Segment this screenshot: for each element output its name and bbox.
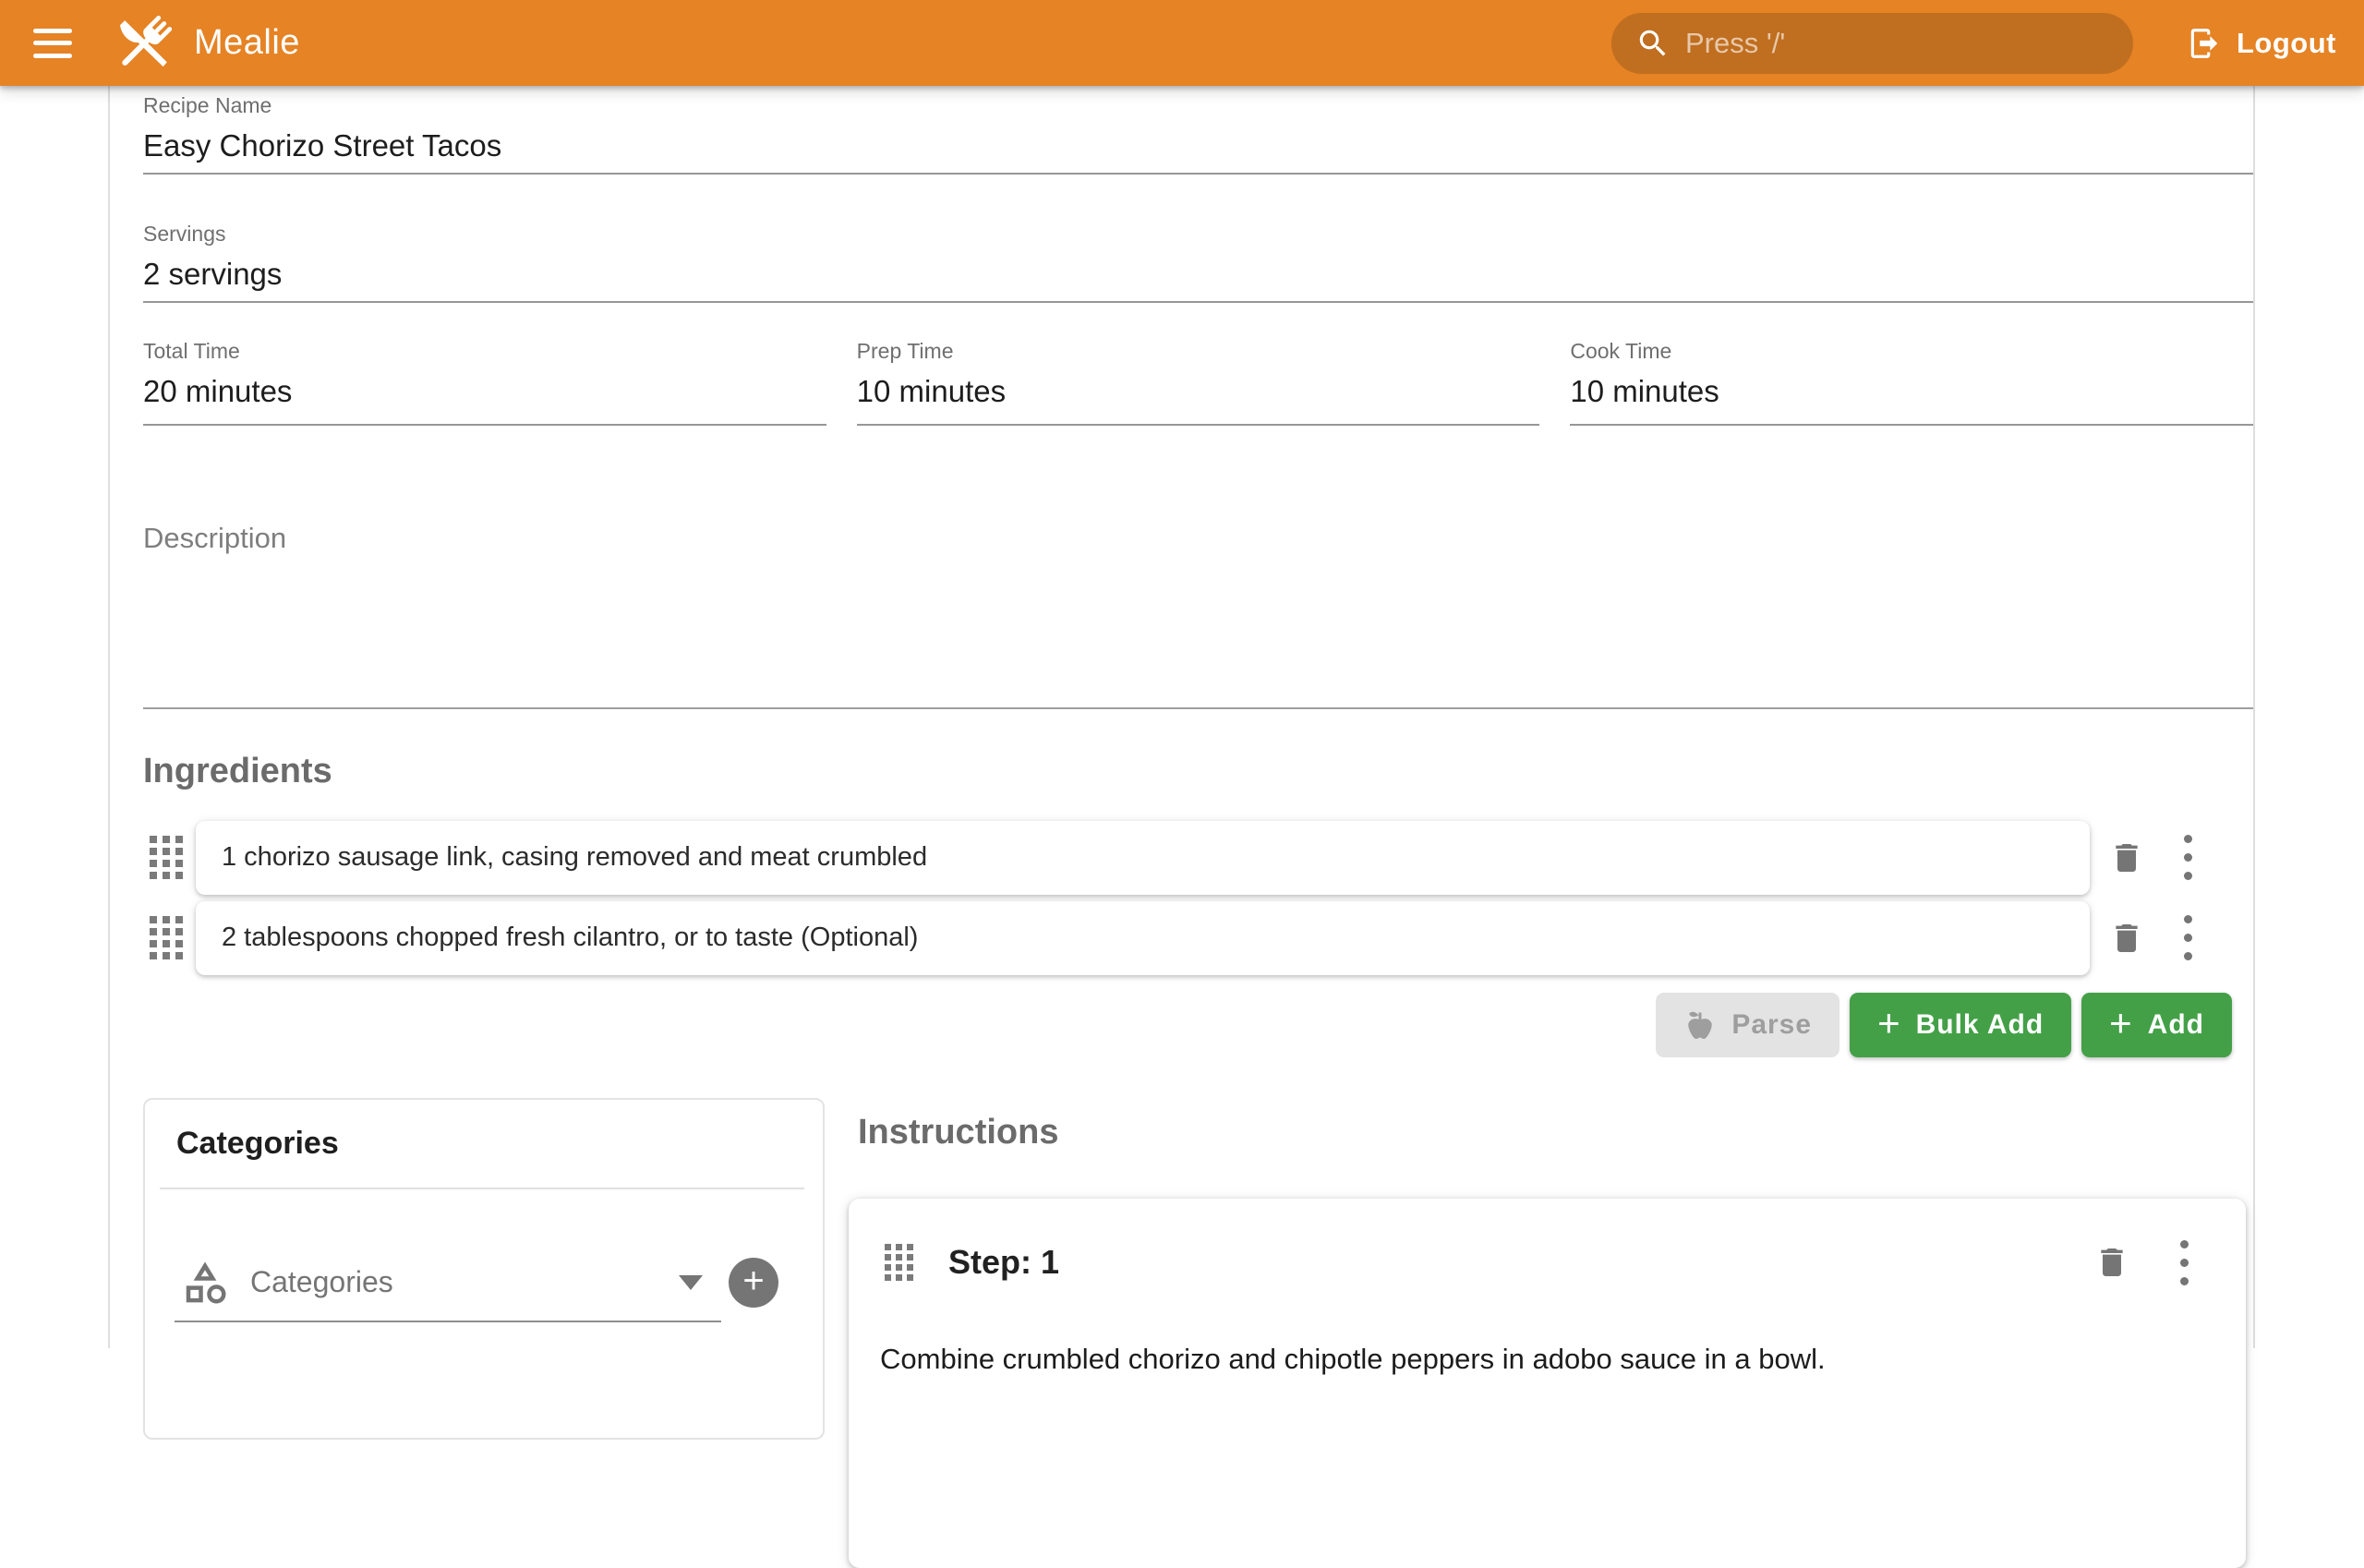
instruction-step-card: Step: 1 Combine crumbled chorizo and chi… [849, 1199, 2246, 1568]
delete-ingredient-button[interactable] [2108, 920, 2145, 957]
servings-value[interactable]: 2 servings [143, 254, 2253, 295]
logout-label: Logout [2237, 27, 2336, 60]
step-text-input[interactable]: Combine crumbled chorizo and chipotle pe… [880, 1343, 2218, 1376]
recipe-name-value[interactable]: Easy Chorizo Street Tacos [143, 126, 2253, 166]
servings-field[interactable]: Servings 2 servings [143, 221, 2253, 303]
trash-icon [2108, 920, 2145, 957]
trash-icon [2093, 1244, 2130, 1281]
categories-select[interactable]: Categories + [180, 1258, 778, 1308]
ingredients-heading: Ingredients [143, 752, 2253, 791]
categories-card: Categories Categories + [143, 1098, 825, 1440]
step-title: Step: 1 [948, 1243, 1059, 1282]
hamburger-menu-icon[interactable] [33, 29, 72, 58]
total-time-label: Total Time [143, 338, 826, 364]
shapes-icon [180, 1258, 230, 1308]
add-label: Add [2148, 1009, 2204, 1041]
cook-time-value[interactable]: 10 minutes [1570, 371, 2253, 412]
recipe-name-field[interactable]: Recipe Name Easy Chorizo Street Tacos [143, 92, 2253, 175]
divider [160, 1188, 804, 1189]
logout-button[interactable]: Logout [2177, 26, 2346, 61]
app-title: Mealie [194, 23, 300, 63]
recipe-editor: Recipe Name Easy Chorizo Street Tacos Se… [108, 86, 2255, 1348]
add-button[interactable]: + Add [2081, 993, 2232, 1057]
total-time-field[interactable]: Total Time 20 minutes [143, 338, 826, 426]
plus-icon: + [1877, 1004, 1901, 1043]
prep-time-label: Prep Time [857, 338, 1540, 364]
recipe-name-label: Recipe Name [143, 92, 2253, 118]
cook-time-label: Cook Time [1570, 338, 2253, 364]
ingredient-menu-kebab-icon[interactable] [2177, 835, 2200, 880]
add-category-button[interactable]: + [729, 1258, 778, 1308]
categories-select-label: Categories [250, 1265, 679, 1299]
ingredient-menu-kebab-icon[interactable] [2177, 915, 2200, 960]
chevron-down-icon[interactable] [679, 1275, 703, 1290]
prep-time-value[interactable]: 10 minutes [857, 371, 1540, 412]
mealie-logo-icon [109, 8, 179, 78]
drag-handle-icon[interactable] [150, 916, 183, 959]
drag-handle-icon[interactable] [150, 836, 183, 879]
bulk-add-label: Bulk Add [1916, 1009, 2044, 1041]
select-underline [175, 1321, 721, 1322]
apple-icon [1683, 1008, 1717, 1042]
ingredient-input[interactable]: 1 chorizo sausage link, casing removed a… [196, 821, 2090, 895]
description-textarea[interactable]: Description [143, 522, 2253, 709]
categories-card-title: Categories [176, 1126, 823, 1162]
ingredient-row: 2 tablespoons chopped fresh cilantro, or… [143, 901, 2253, 975]
description-label: Description [143, 522, 2253, 555]
search-icon [1635, 26, 1670, 61]
servings-label: Servings [143, 221, 2253, 247]
bulk-add-button[interactable]: + Bulk Add [1850, 993, 2071, 1057]
prep-time-field[interactable]: Prep Time 10 minutes [857, 338, 1540, 426]
logout-icon [2187, 26, 2222, 61]
instructions-heading: Instructions [858, 1113, 2253, 1152]
plus-icon: + [742, 1262, 764, 1299]
drag-handle-icon[interactable] [885, 1244, 913, 1281]
trash-icon [2108, 839, 2145, 876]
search-input[interactable]: Press '/' [1611, 13, 2133, 74]
total-time-value[interactable]: 20 minutes [143, 371, 826, 412]
app-bar: Mealie Press '/' Logout [0, 0, 2364, 86]
search-placeholder: Press '/' [1685, 27, 1785, 60]
ingredient-input[interactable]: 2 tablespoons chopped fresh cilantro, or… [196, 901, 2090, 975]
delete-step-button[interactable] [2093, 1244, 2130, 1281]
plus-icon: + [2109, 1004, 2133, 1043]
parse-label: Parse [1731, 1009, 1812, 1041]
cook-time-field[interactable]: Cook Time 10 minutes [1570, 338, 2253, 426]
step-menu-kebab-icon[interactable] [2173, 1240, 2196, 1285]
ingredient-row: 1 chorizo sausage link, casing removed a… [143, 821, 2253, 895]
delete-ingredient-button[interactable] [2108, 839, 2145, 876]
parse-button[interactable]: Parse [1656, 993, 1839, 1057]
